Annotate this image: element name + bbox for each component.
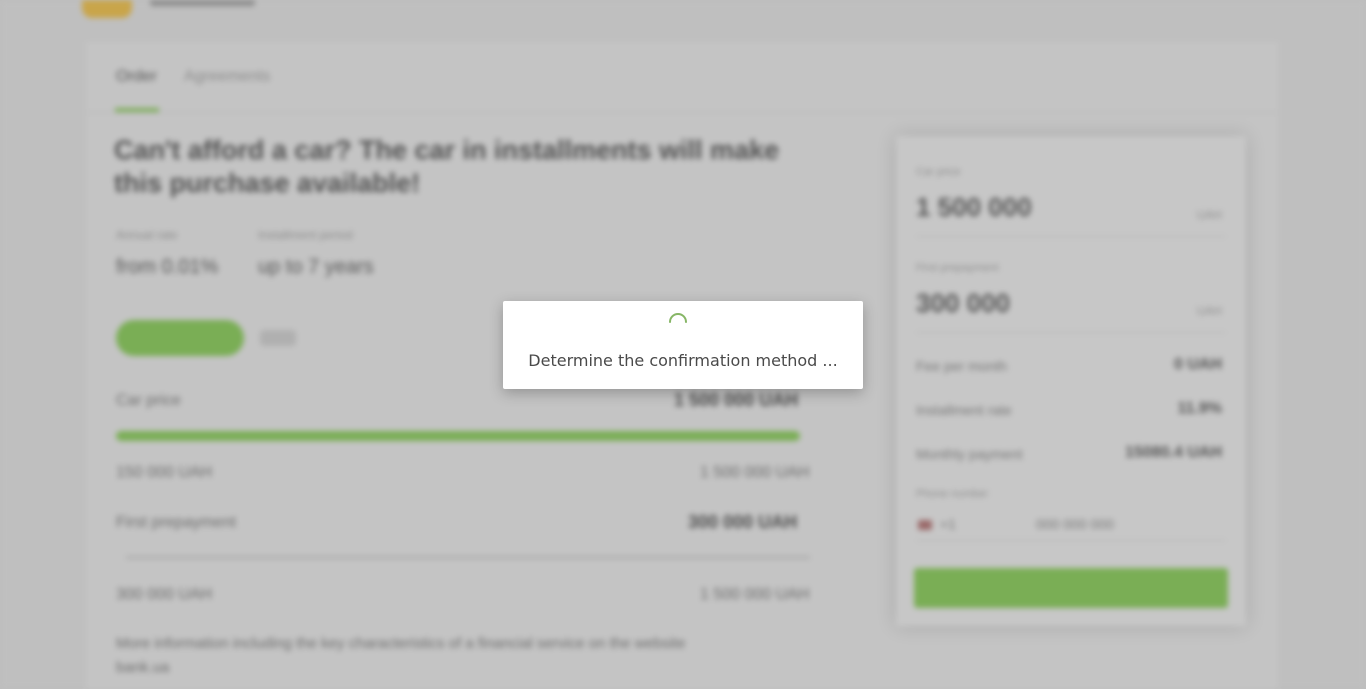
dialog-message: Determine the confirmation method ... xyxy=(528,351,838,370)
loading-spinner-icon xyxy=(669,313,687,323)
modal-overlay: Determine the confirmation method ... xyxy=(0,0,1366,689)
